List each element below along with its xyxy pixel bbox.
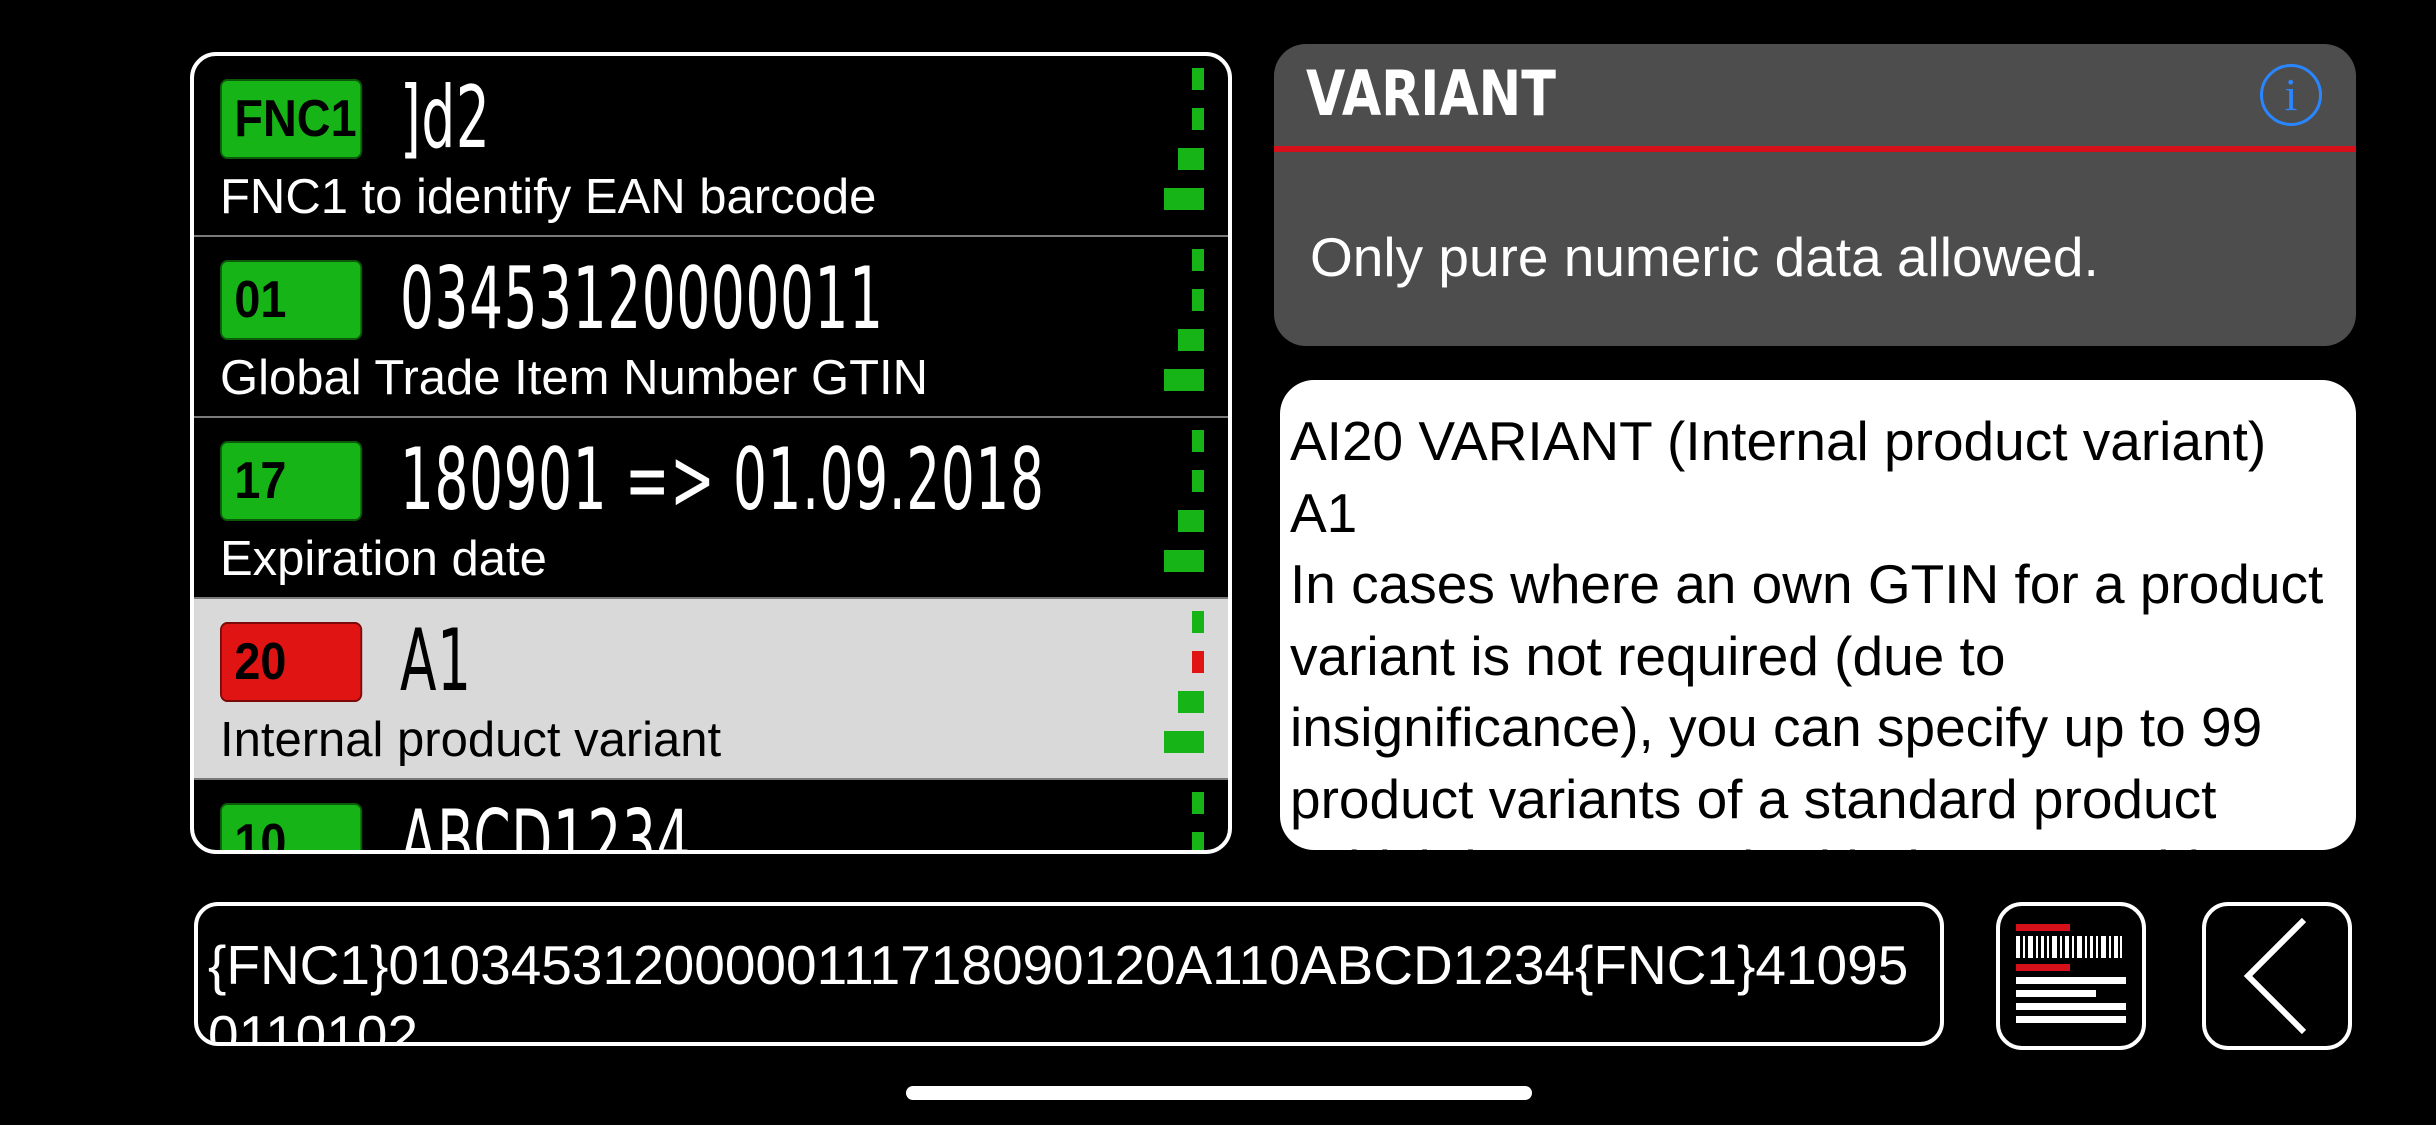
- ai-detail-text: AI20 VARIANT (Internal product variant) …: [1290, 410, 2324, 850]
- signal-bar: [1192, 68, 1204, 90]
- ai-row-17[interactable]: 17 180901 => 01.09.2018 Expiration date: [194, 418, 1228, 599]
- variant-title: VARIANT: [1306, 57, 1556, 130]
- signal-bar: [1192, 832, 1204, 850]
- ai-description: Internal product variant: [220, 713, 722, 767]
- signal-bar: [1192, 249, 1204, 271]
- ai-value: 03453120000011: [400, 249, 884, 349]
- ai-description: Expiration date: [220, 532, 547, 586]
- chevron-left-icon: [2243, 917, 2307, 1035]
- info-icon[interactable]: i: [2260, 64, 2322, 126]
- ai-description: Global Trade Item Number GTIN: [220, 351, 929, 405]
- scan-barcode-button[interactable]: [1996, 902, 2146, 1050]
- ai-value: ]d2: [400, 68, 491, 168]
- variant-divider: [1274, 146, 2356, 152]
- signal-bar: [1164, 550, 1204, 572]
- ai-code-badge: FNC1: [220, 79, 363, 159]
- signal-bar: [1192, 289, 1204, 311]
- signal-bar: [1192, 651, 1204, 673]
- ai-value: A1: [400, 611, 472, 711]
- home-indicator: [906, 1086, 1532, 1100]
- signal-strength-icon: [1158, 249, 1204, 409]
- signal-bar: [1192, 470, 1204, 492]
- signal-bar: [1178, 691, 1204, 713]
- signal-bar: [1164, 731, 1204, 753]
- variant-status-card: VARIANT i Only pure numeric data allowed…: [1274, 44, 2356, 346]
- ai-code-badge: 10: [220, 803, 363, 850]
- ai-code-badge: 20: [220, 622, 363, 702]
- signal-bar: [1192, 792, 1204, 814]
- signal-bar: [1192, 430, 1204, 452]
- ai-code-badge: 17: [220, 441, 363, 521]
- ai-row-10[interactable]: 10 ABCD1234: [194, 780, 1228, 854]
- signal-strength-icon: [1158, 792, 1204, 850]
- signal-strength-icon: [1158, 68, 1204, 228]
- barcode-icon: [2016, 924, 2126, 1023]
- ai-row-01[interactable]: 01 03453120000011 Global Trade Item Numb…: [194, 237, 1228, 418]
- signal-bar: [1192, 611, 1204, 633]
- signal-bar: [1178, 148, 1204, 170]
- raw-data-field[interactable]: {FNC1}010345312000001117180901​20A110ABC…: [194, 902, 1944, 1046]
- signal-bar: [1164, 188, 1204, 210]
- back-button[interactable]: [2202, 902, 2352, 1050]
- signal-strength-icon: [1158, 430, 1204, 590]
- signal-bar: [1178, 329, 1204, 351]
- ai-value: ABCD1234: [400, 792, 692, 854]
- signal-bar: [1178, 510, 1204, 532]
- ai-description: FNC1 to identify EAN barcode: [220, 170, 877, 224]
- ai-value: 180901 => 01.09.2018: [400, 430, 1045, 530]
- validation-message: Only pure numeric data allowed.: [1310, 226, 2099, 288]
- ai-list-panel[interactable]: FNC1 ]d2 FNC1 to identify EAN barcode 01…: [190, 52, 1232, 854]
- raw-data-text: {FNC1}010345312000001117180901​20A110ABC…: [208, 934, 1909, 1046]
- signal-strength-icon: [1158, 611, 1204, 771]
- signal-bar: [1164, 369, 1204, 391]
- signal-bar: [1192, 108, 1204, 130]
- ai-code-badge: 01: [220, 260, 363, 340]
- ai-row-20[interactable]: 20 A1 Internal product variant: [194, 599, 1228, 780]
- ai-row-fnc1[interactable]: FNC1 ]d2 FNC1 to identify EAN barcode: [194, 56, 1228, 237]
- ai-detail-card[interactable]: AI20 VARIANT (Internal product variant) …: [1280, 380, 2356, 850]
